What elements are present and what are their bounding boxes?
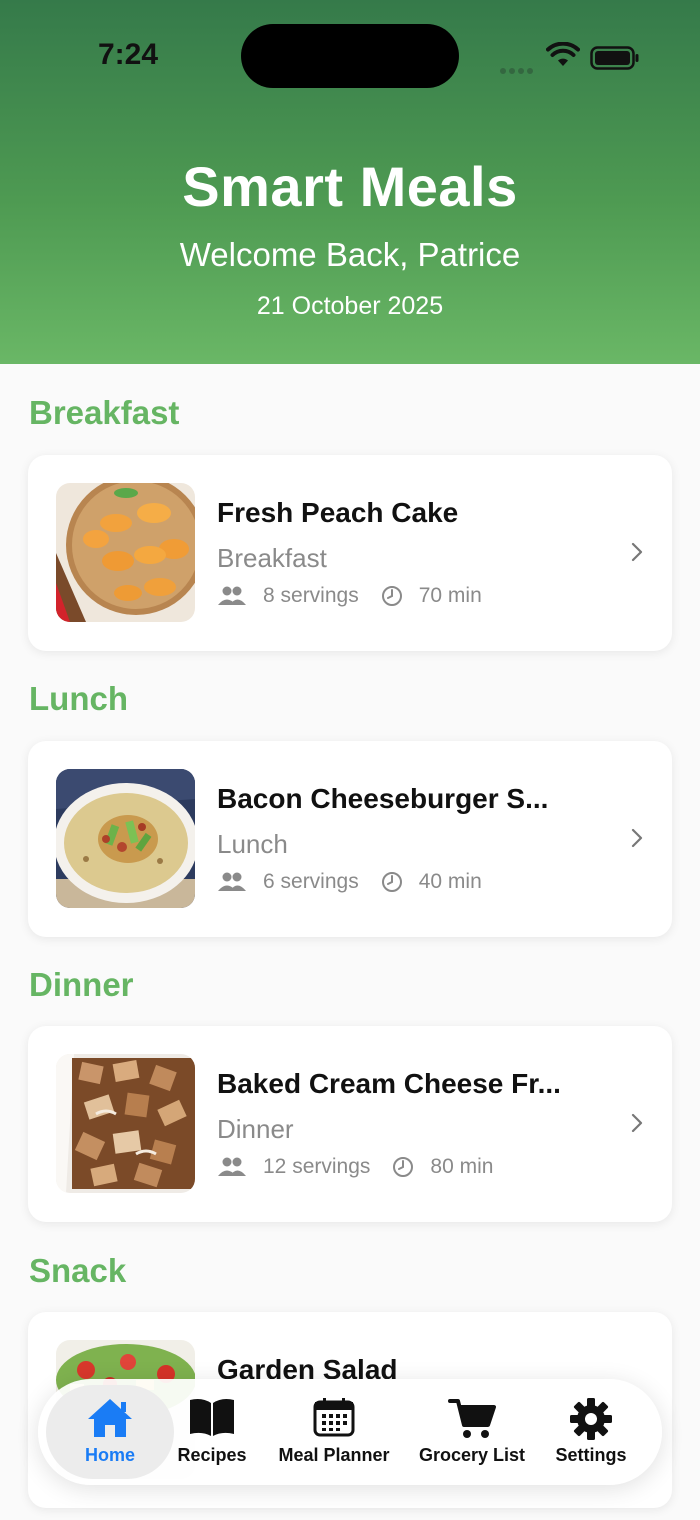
gear-icon [570, 1398, 612, 1440]
recipe-category: Breakfast [217, 543, 327, 573]
recipe-category: Dinner [217, 1114, 294, 1144]
recipe-name: Fresh Peach Cake [217, 497, 459, 528]
tab-label: Home [84, 1445, 135, 1465]
recipe-time: 80 min [430, 1155, 494, 1178]
recipe-card-breakfast[interactable]: Fresh Peach Cake Breakfast 8 servings 70… [28, 455, 672, 651]
battery-icon [590, 46, 639, 70]
app-header: 7:24 Smart Meals Welcome Back, Patrice 2… [0, 0, 700, 364]
tab-recipes[interactable]: Recipes [168, 1379, 256, 1485]
recipe-time: 40 min [418, 870, 482, 893]
people-icon [218, 586, 246, 605]
dynamic-island [241, 24, 459, 88]
recipe-servings: 6 servings [263, 870, 359, 893]
signal-icon [500, 61, 536, 79]
people-icon [218, 1157, 246, 1176]
recipe-name: Bacon Cheeseburger S... [217, 783, 549, 814]
chevron-right-icon [631, 542, 643, 562]
chevron-right-icon [631, 828, 643, 848]
section-title-dinner: Dinner [29, 966, 134, 1003]
tab-bar: Home Recipes Meal Planner Grocery List S… [38, 1379, 662, 1485]
recipe-meta: 12 servings 80 min [217, 1154, 493, 1180]
book-icon [190, 1399, 234, 1436]
tab-label: Grocery List [418, 1445, 526, 1465]
recipe-image [56, 483, 195, 622]
clock-icon [381, 872, 402, 892]
recipe-image [56, 1054, 195, 1193]
tab-settings[interactable]: Settings [546, 1379, 636, 1485]
recipe-meta: 8 servings 70 min [217, 583, 482, 609]
recipe-servings: 12 servings [263, 1155, 371, 1178]
section-title-lunch: Lunch [29, 680, 128, 717]
section-title-breakfast: Breakfast [29, 394, 180, 431]
welcome-message: Welcome Back, Patrice [179, 236, 521, 273]
recipe-name: Baked Cream Cheese Fr... [217, 1068, 561, 1099]
clock-icon [393, 1157, 414, 1177]
chevron-right-icon [631, 1113, 643, 1133]
recipe-time: 70 min [418, 584, 482, 607]
status-icons [500, 40, 645, 74]
recipe-card-dinner[interactable]: Baked Cream Cheese Fr... Dinner 12 servi… [28, 1026, 672, 1222]
meal-list[interactable]: Breakfast Fresh Peach Cake Breakfast 8 s… [0, 364, 700, 1520]
people-icon [218, 872, 246, 891]
tab-label: Recipes [177, 1445, 247, 1465]
tab-grocery-list[interactable]: Grocery List [412, 1379, 532, 1485]
recipe-card-lunch[interactable]: Bacon Cheeseburger S... Lunch 6 servings… [28, 741, 672, 937]
tab-label: Settings [555, 1445, 627, 1465]
current-date: 21 October 2025 [256, 292, 444, 320]
tab-home[interactable]: Home [46, 1379, 174, 1485]
tab-meal-planner[interactable]: Meal Planner [270, 1379, 398, 1485]
recipe-meta: 6 servings 40 min [217, 869, 482, 895]
recipe-category: Lunch [217, 829, 288, 859]
wifi-icon [546, 42, 580, 66]
status-time: 7:24 [98, 38, 159, 71]
clock-icon [381, 586, 402, 606]
recipe-servings: 8 servings [263, 584, 359, 607]
cart-icon [448, 1399, 496, 1438]
calendar-icon [313, 1398, 355, 1437]
tab-label: Meal Planner [278, 1445, 390, 1465]
section-title-snack: Snack [29, 1252, 127, 1289]
app-title: Smart Meals [182, 155, 518, 218]
recipe-image [56, 769, 195, 908]
house-icon [88, 1399, 132, 1437]
